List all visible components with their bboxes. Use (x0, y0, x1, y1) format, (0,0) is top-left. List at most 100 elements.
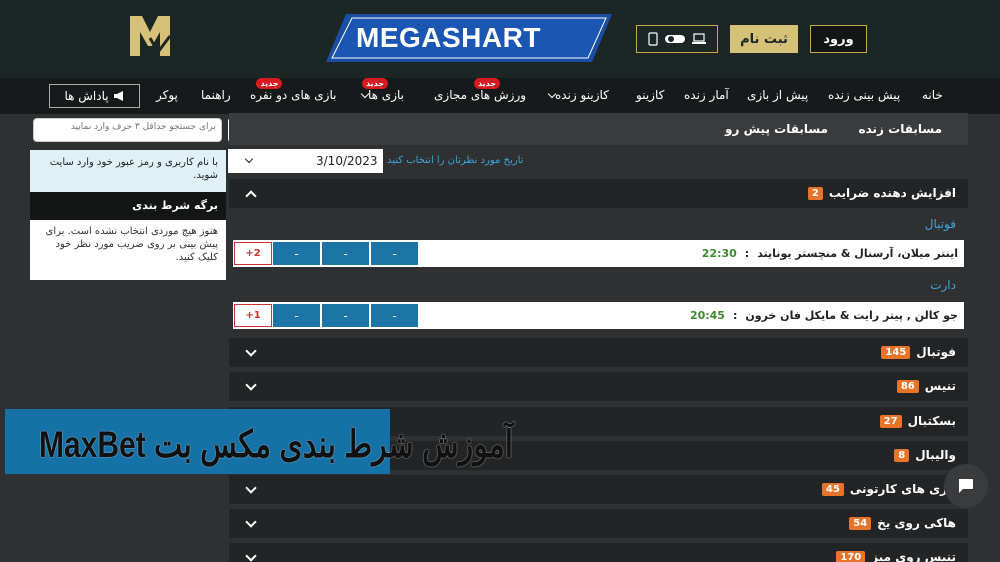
sport-name: هاکی روی یخ (877, 516, 956, 530)
search-box (33, 118, 222, 142)
betslip-title: برگه شرط بندی (30, 192, 226, 220)
tab-live-matches[interactable]: مسابقات زنده (859, 122, 942, 136)
match-teams: اینتر میلان، آرسنال & منچستر یونایتد (757, 247, 958, 260)
nav-item-virtual-sports-label: ورزش های مجازی (434, 88, 527, 102)
sport-label-darts: دارت (930, 278, 956, 292)
login-button[interactable]: ورود (810, 25, 867, 53)
match-info: جو کالن , پیتر رایت & مایکل فان خرون:20:… (690, 309, 958, 322)
nav-item-live-betting[interactable]: پیش بینی زنده (828, 88, 900, 102)
nav-item-virtual-sports[interactable]: ورزش های مجازی جدید (434, 78, 527, 102)
register-button[interactable]: ثبت نام (730, 25, 798, 53)
odds-boost-header[interactable]: افزایش دهنده ضرایب 2 (229, 179, 968, 208)
sport-title: تنیس روی میز 170 (836, 550, 956, 562)
sport-name: بازی های کارتونی (849, 482, 956, 496)
nav-item-live-stats[interactable]: آمار زنده (684, 88, 729, 102)
odds-button[interactable]: - (322, 242, 369, 265)
brand-name: MEGASHART (356, 22, 541, 53)
sport-title: فوتبال 145 (881, 345, 956, 359)
nav-item-two-player-label: بازی های دو نفره (250, 88, 337, 102)
count-badge: 2 (807, 186, 823, 200)
tab-upcoming-matches[interactable]: مسابقات پیش رو (725, 122, 828, 136)
sport-panel-football[interactable]: فوتبال 145 (229, 338, 968, 367)
sport-label-football: فوتبال (924, 217, 956, 231)
nav-item-games-label: بازی ها (368, 88, 404, 102)
mobile-icon (648, 32, 658, 46)
sport-panel-tennis[interactable]: تنیس 86 (229, 372, 968, 401)
sport-name: والیبال (915, 448, 956, 462)
count-badge: 8 (894, 448, 910, 462)
view-mode-toggle[interactable] (636, 25, 718, 53)
count-badge: 27 (879, 414, 902, 428)
sport-name: فوتبال (916, 345, 956, 359)
rewards-button[interactable]: پاداش ها (49, 84, 140, 108)
sport-name: تنیس روی میز (871, 550, 956, 562)
count-badge: 54 (849, 516, 872, 530)
match-row[interactable]: +2 - - - اینتر میلان، آرسنال & منچستر یو… (233, 240, 964, 267)
top-header: MEGASHART ثبت نام ورود (0, 0, 1000, 78)
chat-button[interactable] (944, 464, 988, 508)
count-badge: 145 (881, 345, 911, 359)
nav-item-games[interactable]: بازی ها جدید (356, 78, 404, 102)
count-badge: 45 (821, 482, 844, 496)
sport-name: تنیس (924, 379, 956, 393)
nav-item-prematch[interactable]: پیش از بازی (747, 88, 808, 102)
brand-logo[interactable]: MEGASHART (326, 12, 612, 64)
sport-panel-ice-hockey[interactable]: هاکی روی یخ 54 (229, 509, 968, 538)
nav-item-casino[interactable]: کازینو (636, 88, 664, 102)
betslip-empty-message: هنوز هیچ موردی انتخاب نشده است. برای پیش… (30, 220, 226, 280)
odds-boost-title: افزایش دهنده ضرایب 2 (807, 186, 956, 200)
sport-title: بازی های کارتونی 45 (821, 482, 956, 496)
odds-button[interactable]: - (371, 304, 418, 327)
chat-bubble-icon (959, 479, 973, 493)
nav-item-poker[interactable]: پوکر (156, 88, 178, 102)
desktop-icon (692, 33, 706, 44)
new-badge: جدید (361, 78, 388, 89)
login-notice: با نام کاربری و رمز عبور خود وارد سایت ش… (30, 150, 226, 192)
chevron-down-icon (245, 379, 257, 391)
chevron-down-icon (245, 550, 257, 562)
new-badge: جدید (474, 78, 501, 89)
odds-button[interactable]: - (273, 242, 320, 265)
date-picker[interactable]: 3/10/2023 (228, 149, 383, 173)
odds-boost-label: افزایش دهنده ضرایب (828, 186, 956, 200)
match-separator: : (744, 247, 750, 260)
chevron-down-icon (244, 154, 254, 164)
chevron-down-icon (245, 516, 257, 528)
chevron-down-icon (245, 482, 257, 494)
chevron-down-icon (245, 345, 257, 357)
megaphone-icon (113, 91, 123, 101)
more-markets-button[interactable]: +1 (234, 304, 272, 327)
match-tabs: مسابقات زنده مسابقات پیش رو (229, 113, 968, 145)
sport-name: بسکتبال (907, 414, 956, 428)
date-value: 3/10/2023 (316, 154, 378, 168)
more-markets-button[interactable]: +2 (234, 242, 272, 265)
sport-title: بسکتبال 27 (879, 414, 956, 428)
match-info: اینتر میلان، آرسنال & منچستر یونایتد:22:… (702, 247, 958, 260)
search-input[interactable] (56, 122, 216, 132)
odds-button[interactable]: - (322, 304, 369, 327)
new-badge: جدید (256, 78, 283, 89)
main-nav: خانه پیش بینی زنده پیش از بازی آمار زنده… (0, 78, 1000, 114)
date-picker-label: تاریخ مورد نظرتان را انتخاب کنید (387, 155, 524, 166)
nav-item-help[interactable]: راهنما (201, 88, 231, 102)
sport-panel-table-tennis[interactable]: تنیس روی میز 170 (229, 543, 968, 562)
match-time: 22:30 (701, 247, 737, 260)
tutorial-banner: آموزش شرط بندی مکس بت MaxBet (5, 409, 513, 474)
nav-item-home[interactable]: خانه (922, 88, 943, 102)
match-row[interactable]: +1 - - - جو کالن , پیتر رایت & مایکل فان… (233, 302, 964, 329)
nav-item-two-player-games[interactable]: بازی های دو نفره جدید (250, 78, 337, 102)
sport-title: والیبال 8 (894, 448, 956, 462)
sport-panel-cartoon-games[interactable]: بازی های کارتونی 45 (229, 475, 968, 504)
tutorial-banner-text: آموزش شرط بندی مکس بت MaxBet (39, 424, 514, 466)
odds-button[interactable]: - (371, 242, 418, 265)
odds-button[interactable]: - (273, 304, 320, 327)
match-time: 20:45 (689, 309, 725, 322)
count-badge: 170 (836, 550, 866, 562)
nav-item-live-casino[interactable]: کازینو زنده (543, 88, 609, 102)
chevron-up-icon (245, 190, 257, 202)
sport-title: هاکی روی یخ 54 (849, 516, 956, 530)
nav-item-live-casino-label: کازینو زنده (555, 88, 609, 102)
site-logo-icon[interactable] (128, 12, 172, 60)
match-teams: جو کالن , پیتر رایت & مایکل فان خرون (745, 309, 958, 322)
match-separator: : (732, 309, 738, 322)
